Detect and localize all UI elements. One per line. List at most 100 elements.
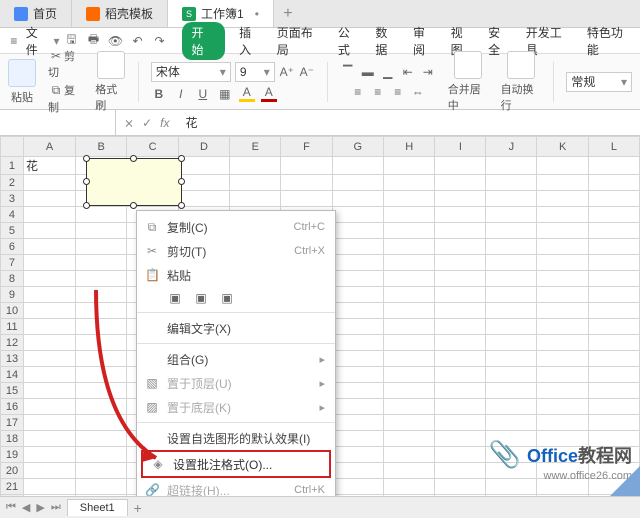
cell[interactable] (384, 191, 435, 207)
fx-cancel-icon[interactable]: ⨯ (124, 116, 134, 130)
cell[interactable] (281, 157, 332, 175)
col-header[interactable]: A (23, 137, 75, 157)
cell[interactable] (435, 239, 486, 255)
resize-handle[interactable] (178, 155, 185, 162)
cell[interactable] (332, 191, 383, 207)
col-header[interactable]: H (384, 137, 435, 157)
cell[interactable] (230, 175, 281, 191)
cell[interactable] (435, 383, 486, 399)
cell[interactable] (384, 157, 435, 175)
cell[interactable] (537, 175, 588, 191)
cell[interactable] (486, 255, 537, 271)
row-header[interactable]: 12 (1, 335, 24, 351)
cell[interactable] (23, 431, 75, 447)
cell[interactable] (537, 255, 588, 271)
cell[interactable] (537, 319, 588, 335)
cell[interactable] (537, 287, 588, 303)
cell[interactable] (384, 207, 435, 223)
cell[interactable] (332, 431, 383, 447)
cell[interactable] (384, 303, 435, 319)
ribbon-tab-formula[interactable]: 公式 (338, 24, 362, 58)
cell[interactable] (76, 287, 127, 303)
distribute-icon[interactable]: ⇔ (410, 84, 426, 100)
resize-handle[interactable] (83, 155, 90, 162)
cell[interactable] (384, 255, 435, 271)
cell[interactable] (384, 479, 435, 495)
cell[interactable] (435, 351, 486, 367)
row-header[interactable]: 1 (1, 157, 24, 175)
cell[interactable] (384, 175, 435, 191)
cell[interactable] (332, 415, 383, 431)
cell[interactable] (281, 175, 332, 191)
col-header[interactable]: J (486, 137, 537, 157)
row-header[interactable]: 14 (1, 367, 24, 383)
cell[interactable] (76, 303, 127, 319)
cell[interactable] (486, 367, 537, 383)
cell[interactable] (76, 383, 127, 399)
ctx-format-comment[interactable]: ◈设置批注格式(O)... (143, 452, 329, 476)
row-header[interactable]: 15 (1, 383, 24, 399)
col-header[interactable]: D (178, 137, 229, 157)
underline-icon[interactable]: U (195, 86, 211, 102)
cell[interactable] (76, 463, 127, 479)
ctx-bring-front[interactable]: ▧置于顶层(U)▸ (137, 371, 335, 395)
cell[interactable] (537, 157, 588, 175)
cell[interactable] (435, 175, 486, 191)
ribbon-tab-insert[interactable]: 插入 (239, 24, 263, 58)
cell[interactable] (435, 479, 486, 495)
resize-handle[interactable] (83, 178, 90, 185)
cell[interactable] (332, 271, 383, 287)
cell[interactable] (76, 351, 127, 367)
cell[interactable] (588, 287, 639, 303)
sheet-nav-last-icon[interactable]: ⏭ (51, 501, 61, 514)
cell[interactable] (435, 207, 486, 223)
cell[interactable] (76, 239, 127, 255)
cell[interactable] (23, 319, 75, 335)
ctx-hyperlink[interactable]: 🔗超链接(H)...Ctrl+K (137, 478, 335, 496)
cell[interactable] (588, 383, 639, 399)
cell[interactable] (76, 431, 127, 447)
cell[interactable] (23, 223, 75, 239)
cell[interactable] (384, 287, 435, 303)
font-color-icon[interactable]: A (261, 86, 277, 102)
merge-button[interactable] (454, 51, 482, 79)
cell[interactable] (384, 367, 435, 383)
cell[interactable] (178, 191, 229, 207)
fx-icon[interactable]: fx (160, 116, 169, 130)
cell[interactable] (332, 319, 383, 335)
cell[interactable] (486, 479, 537, 495)
col-header[interactable]: L (588, 137, 639, 157)
cell[interactable] (384, 271, 435, 287)
preview-icon[interactable]: 👁 (108, 34, 124, 48)
increase-font-icon[interactable]: A⁺ (279, 64, 295, 80)
cell[interactable] (384, 415, 435, 431)
sheet-nav-next-icon[interactable]: ▶ (36, 501, 44, 514)
cell[interactable] (281, 191, 332, 207)
cell[interactable] (435, 271, 486, 287)
row-header[interactable]: 2 (1, 175, 24, 191)
cell[interactable] (537, 191, 588, 207)
cell[interactable] (23, 479, 75, 495)
cell[interactable] (76, 207, 127, 223)
cell[interactable] (178, 175, 229, 191)
ctx-send-back[interactable]: ▨置于底层(K)▸ (137, 395, 335, 419)
cell[interactable] (486, 271, 537, 287)
file-menu[interactable]: 文件 (26, 24, 50, 58)
cell[interactable] (332, 335, 383, 351)
cell[interactable] (332, 351, 383, 367)
cell[interactable] (178, 157, 229, 175)
cell[interactable] (435, 303, 486, 319)
cell[interactable] (435, 367, 486, 383)
ctx-edit-text[interactable]: 编辑文字(X) (137, 316, 335, 340)
align-center-icon[interactable]: ≡ (370, 84, 386, 100)
cell[interactable] (588, 271, 639, 287)
font-size-select[interactable]: 9▾ (235, 62, 275, 82)
align-top-icon[interactable]: ▔ (340, 64, 356, 80)
cell[interactable] (588, 175, 639, 191)
cell[interactable] (486, 223, 537, 239)
paste-option-3-icon[interactable]: ▣ (219, 290, 235, 306)
cell[interactable] (332, 399, 383, 415)
row-header[interactable]: 10 (1, 303, 24, 319)
cell[interactable] (76, 479, 127, 495)
cell[interactable] (23, 383, 75, 399)
